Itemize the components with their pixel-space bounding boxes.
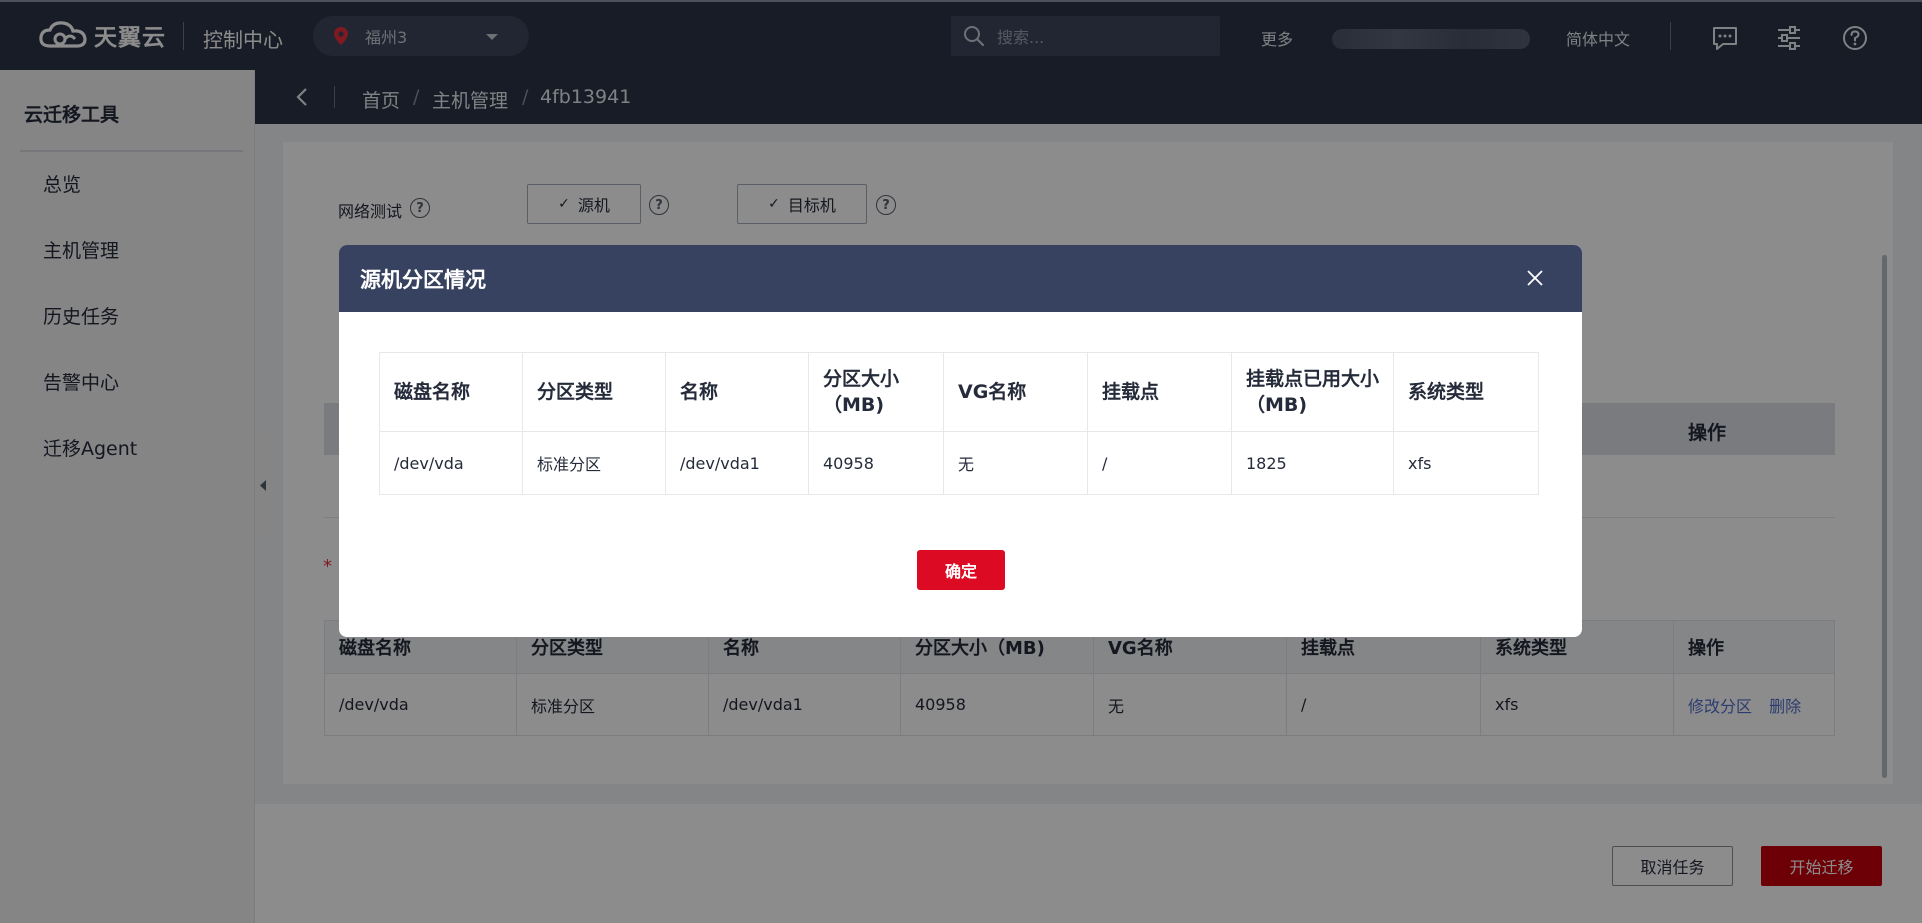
cell-disk-name: /dev/vda [379, 431, 523, 495]
confirm-button[interactable]: 确定 [917, 550, 1005, 590]
cell-mount-point: / [1087, 431, 1232, 495]
column-header: 分区大小（MB) [808, 352, 944, 432]
cell-partition-type: 标准分区 [522, 431, 666, 495]
column-header: 系统类型 [1393, 352, 1539, 432]
dialog-title: 源机分区情况 [360, 267, 486, 292]
source-partition-dialog: 源机分区情况 磁盘名称 分区类型 名称 分区大小（MB) VG名称 挂载点 挂载… [339, 245, 1582, 637]
cell-vg-name: 无 [943, 431, 1088, 495]
column-header: VG名称 [943, 352, 1088, 432]
cell-size: 40958 [808, 431, 944, 495]
table-row: /dev/vda 标准分区 /dev/vda1 40958 无 / 1825 x… [379, 431, 1539, 495]
source-partition-table: 磁盘名称 分区类型 名称 分区大小（MB) VG名称 挂载点 挂载点已用大小（M… [379, 352, 1539, 495]
column-header: 磁盘名称 [379, 352, 523, 432]
table-header-row: 磁盘名称 分区类型 名称 分区大小（MB) VG名称 挂载点 挂载点已用大小（M… [379, 352, 1539, 432]
close-icon[interactable] [1524, 267, 1546, 289]
dialog-header: 源机分区情况 [339, 245, 1582, 312]
column-header: 分区类型 [522, 352, 666, 432]
column-header: 挂载点已用大小（MB) [1231, 352, 1394, 432]
column-header: 挂载点 [1087, 352, 1232, 432]
cell-mount-used: 1825 [1231, 431, 1394, 495]
column-header: 名称 [665, 352, 809, 432]
cell-fs-type: xfs [1393, 431, 1539, 495]
cell-name: /dev/vda1 [665, 431, 809, 495]
